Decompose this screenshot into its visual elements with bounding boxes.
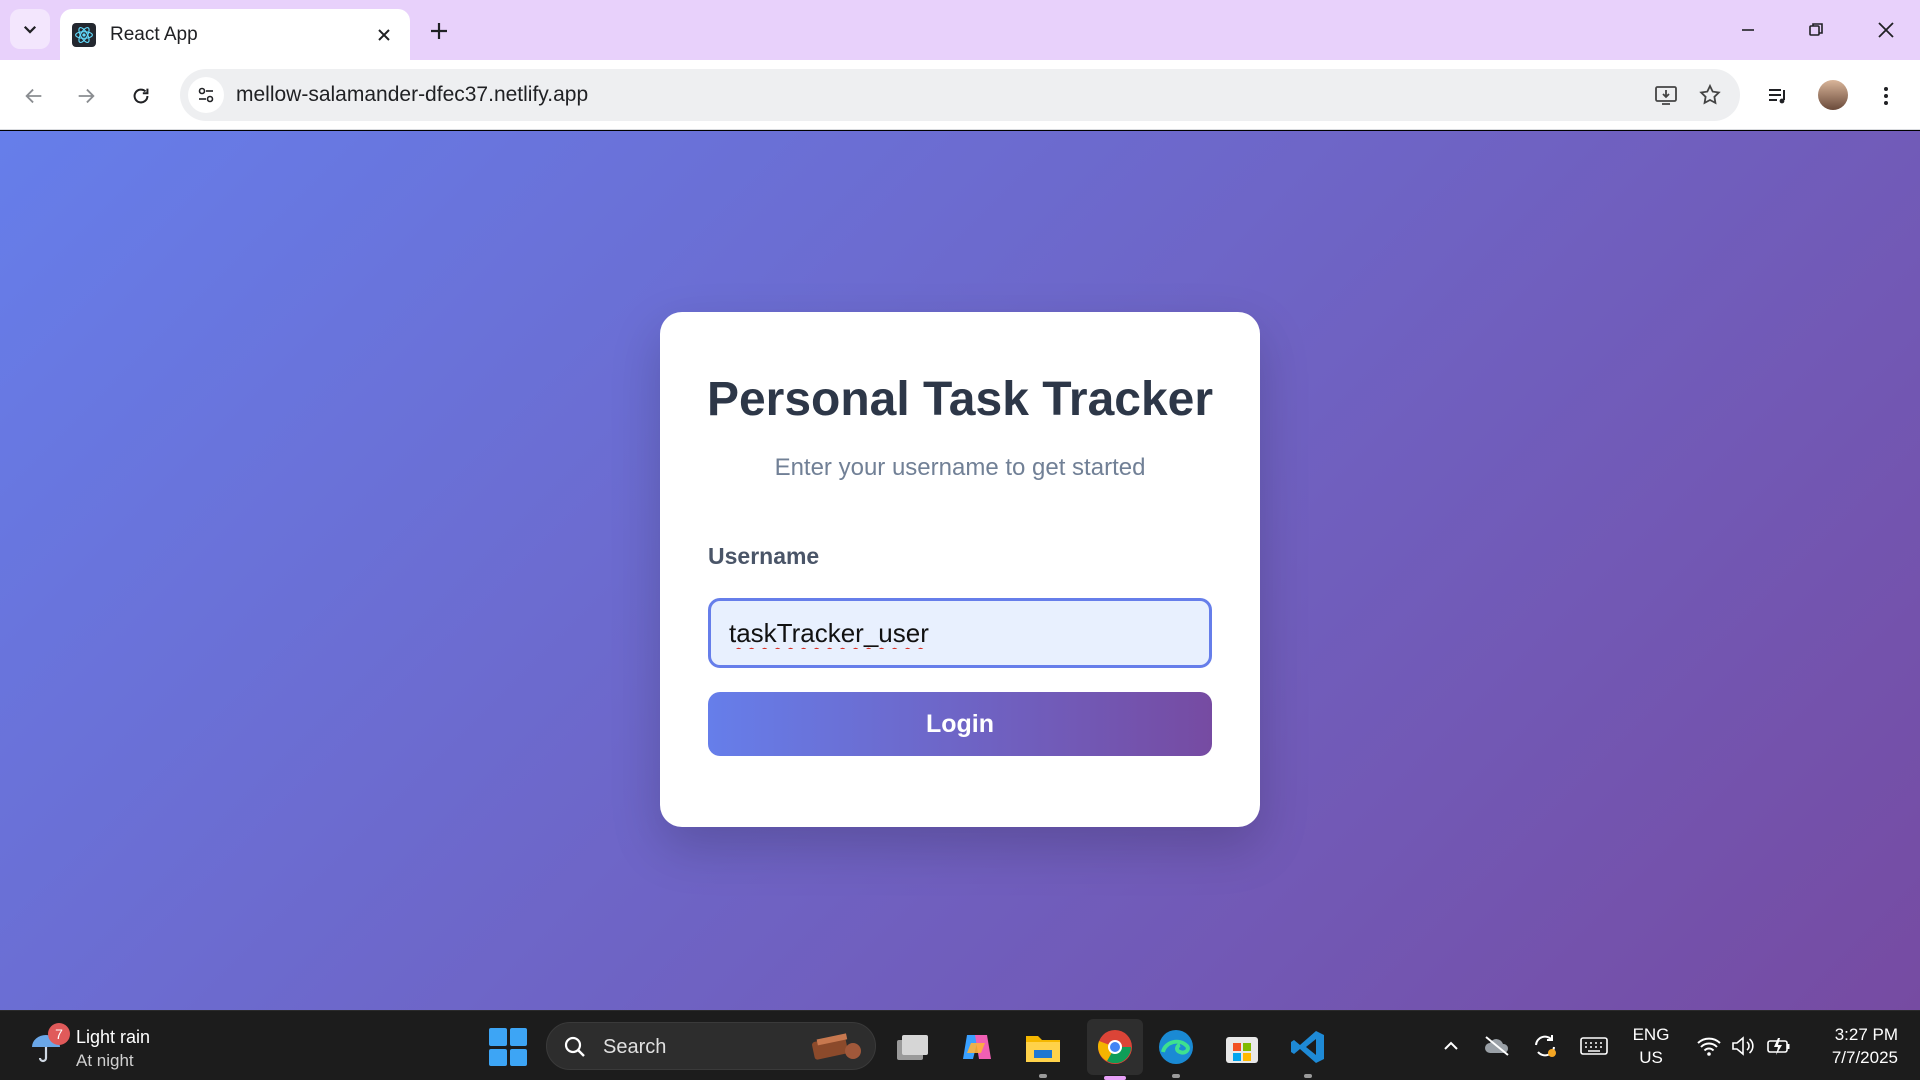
battery-charging-icon [1767,1038,1790,1055]
chrome-icon [1097,1030,1132,1064]
clock[interactable]: 3:27 PM 7/7/2025 [1812,1023,1898,1069]
touch-keyboard-button[interactable] [1577,1029,1611,1063]
sync-button[interactable] [1528,1029,1562,1063]
file-explorer-button[interactable] [1021,1025,1065,1078]
close-icon [378,28,390,41]
arrow-left-icon [25,88,42,104]
vscode-button[interactable] [1286,1025,1330,1078]
folder-icon [1026,1036,1060,1062]
region-code: US [1639,1048,1663,1067]
search-label: Search [603,1036,667,1058]
tab-close-button[interactable] [370,21,398,49]
browser-toolbar: mellow-salamander-dfec37.netlify.app [0,60,1920,130]
copilot-icon [963,1035,991,1059]
username-label: Username [708,543,820,569]
chrome-taskbar-button[interactable] [1087,1019,1143,1080]
profile-avatar[interactable] [1818,80,1848,110]
bookmark-button[interactable] [1688,73,1732,117]
more-vert-icon [1884,87,1888,105]
install-app-button[interactable] [1644,73,1688,117]
page-subtitle: Enter your username to get started [774,454,1146,481]
install-icon [1655,86,1677,105]
search-highlight-icon [812,1033,861,1060]
task-view-icon [897,1035,928,1060]
vscode-icon [1291,1031,1324,1063]
page-title: Personal Task Tracker [706,373,1214,426]
copilot-button[interactable] [955,1025,999,1069]
taskbar-search[interactable]: Search [546,1022,876,1070]
wifi-button[interactable] [1692,1029,1726,1063]
playlist-music-icon [1769,89,1785,104]
volume-icon [1732,1036,1754,1056]
arrow-right-icon [78,88,95,104]
react-icon [72,22,96,47]
forward-button[interactable] [66,76,106,116]
keyboard-icon [1580,1037,1608,1055]
chevron-down-icon [23,25,37,34]
restore-button[interactable] [1788,10,1844,50]
chevron-up-icon [1444,1041,1458,1050]
sync-icon [1535,1035,1556,1057]
weather-time-of-day: At night [76,1051,134,1070]
weather-widget[interactable]: 7 Light rain At night [24,1021,224,1071]
login-card: Personal Task Tracker Enter your usernam… [660,312,1260,827]
url-text[interactable]: mellow-salamander-dfec37.netlify.app [236,83,1644,107]
weather-condition: Light rain [76,1027,151,1047]
store-icon [1226,1037,1258,1063]
language-code: ENG [1632,1025,1670,1044]
site-info-button[interactable] [188,77,224,113]
clock-date: 7/7/2025 [1831,1048,1898,1067]
tune-icon [198,87,214,103]
active-tab[interactable]: React App [60,9,410,60]
minimize-button[interactable] [1720,10,1776,50]
tab-search-button[interactable] [10,9,50,49]
microsoft-store-button[interactable] [1220,1025,1264,1069]
minimize-icon [1742,29,1754,31]
edge-button[interactable] [1154,1025,1198,1078]
reload-button[interactable] [121,76,161,116]
taskbar: 7 Light rain At night Search ENG US 3:27… [0,1010,1920,1080]
reload-icon [133,88,149,104]
volume-button[interactable] [1726,1029,1760,1063]
start-button[interactable] [489,1028,527,1066]
address-bar[interactable]: mellow-salamander-dfec37.netlify.app [180,69,1740,121]
page-background: Personal Task Tracker Enter your usernam… [0,131,1920,1010]
tab-title: React App [110,23,198,45]
task-view-button[interactable] [890,1025,934,1069]
language-indicator[interactable]: ENG US [1628,1023,1674,1069]
back-button[interactable] [14,76,54,116]
edge-icon [1159,1030,1193,1064]
browser-menu-button[interactable] [1866,76,1906,116]
close-window-button[interactable] [1858,10,1914,50]
star-icon [1699,83,1721,105]
battery-button[interactable] [1762,1029,1796,1063]
onedrive-button[interactable] [1480,1029,1514,1063]
cloud-off-icon [1485,1036,1509,1056]
tab-strip: React App [0,0,1920,60]
close-icon [1878,22,1894,38]
search-icon [564,1036,585,1057]
wifi-icon [1697,1037,1721,1056]
login-button[interactable]: Login [708,692,1212,756]
windows-logo-icon [489,1028,507,1046]
plus-icon [431,23,447,39]
media-control-button[interactable] [1758,76,1798,116]
clock-time: 3:27 PM [1834,1025,1898,1044]
username-input[interactable] [708,598,1212,668]
new-tab-button[interactable] [422,14,456,48]
weather-badge: 7 [48,1023,70,1045]
show-hidden-icons-button[interactable] [1434,1029,1468,1063]
restore-icon [1809,23,1823,36]
